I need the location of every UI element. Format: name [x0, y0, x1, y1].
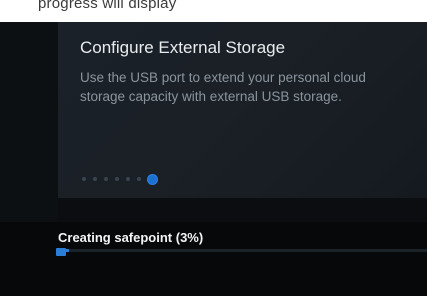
left-panel-shade [0, 22, 58, 222]
progress-section: Creating safepoint (3%) [0, 222, 427, 296]
carousel-dot[interactable] [115, 177, 119, 181]
carousel-dot[interactable] [137, 177, 141, 181]
caption-strip: progress will display [0, 0, 427, 22]
carousel-dot-active[interactable] [148, 174, 157, 184]
screenshot-frame: progress will display Configure External… [0, 0, 427, 296]
carousel-dot[interactable] [93, 177, 97, 181]
carousel-pager [82, 174, 157, 184]
progress-label: Creating safepoint (3%) [58, 230, 204, 245]
card-title: Configure External Storage [80, 38, 286, 57]
progress-indicator [56, 248, 66, 256]
caption-text: progress will display [38, 0, 177, 12]
progress-track [58, 249, 427, 252]
app-screen: Configure External Storage Use the USB p… [0, 22, 427, 296]
info-carousel-card: Configure External Storage Use the USB p… [58, 22, 427, 198]
carousel-dot[interactable] [126, 177, 130, 181]
carousel-dot[interactable] [82, 177, 86, 181]
card-description: Use the USB port to extend your personal… [80, 70, 366, 104]
carousel-dot[interactable] [104, 177, 108, 181]
